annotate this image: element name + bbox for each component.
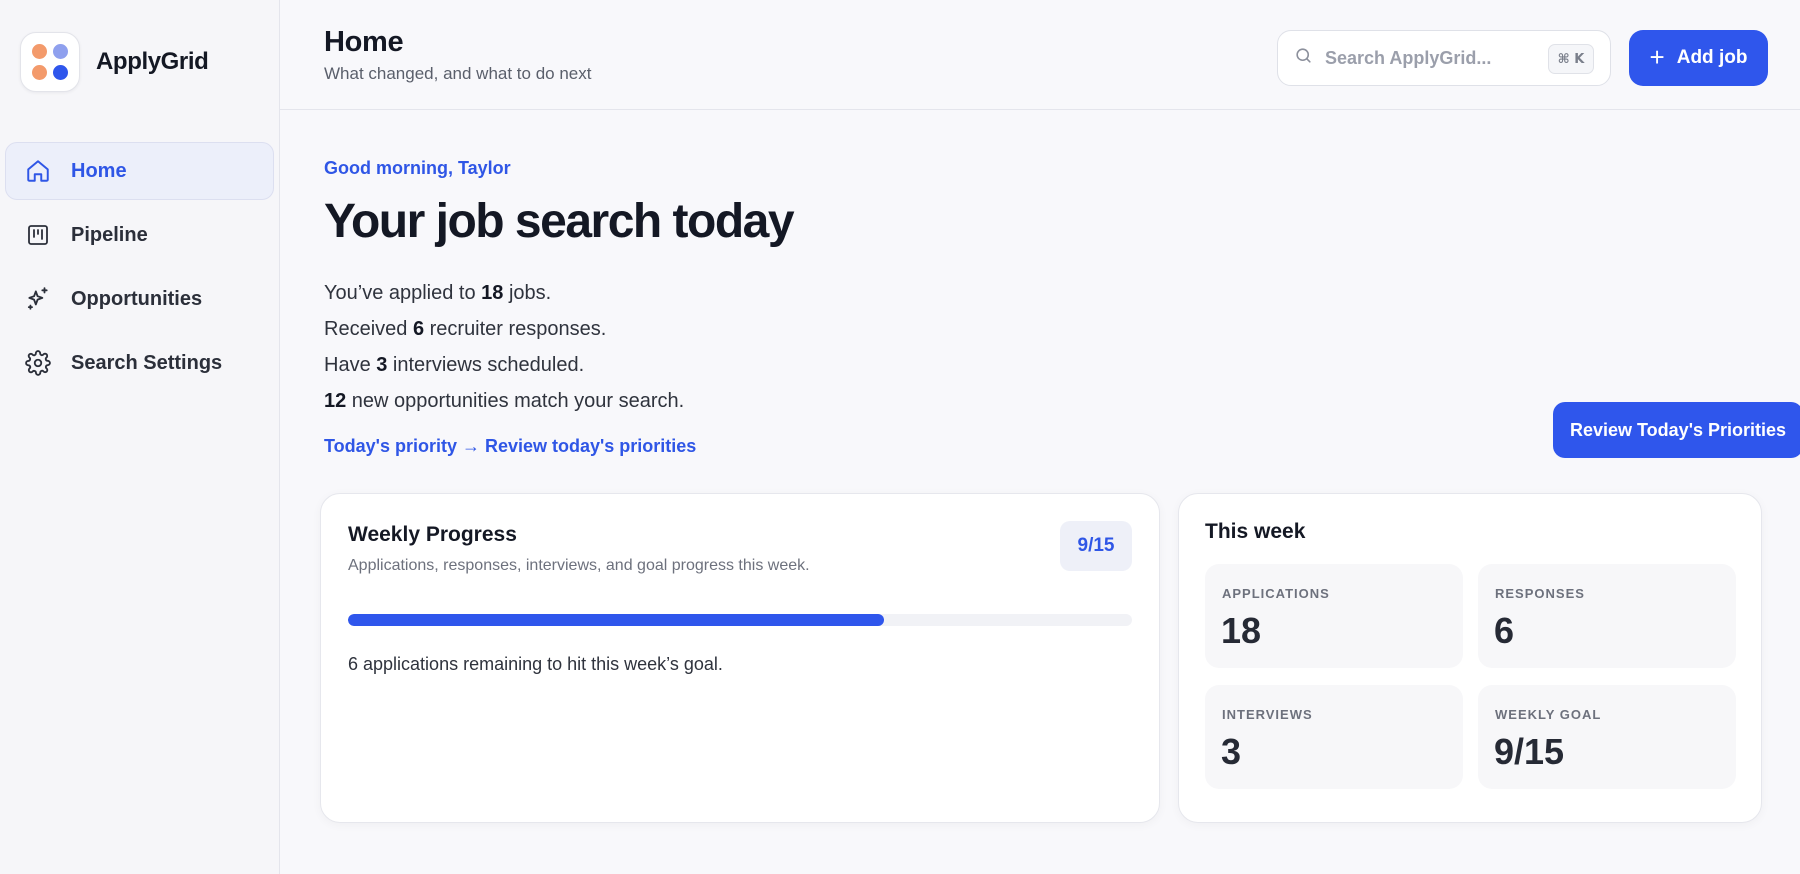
sparkles-icon (24, 285, 52, 313)
search-input[interactable]: Search ApplyGrid... ⌘ K (1277, 30, 1611, 86)
card-subtitle: Applications, responses, interviews, and… (348, 557, 810, 574)
search-icon (1294, 46, 1313, 70)
stat-value: 9/15 (1494, 731, 1565, 772)
summary-text: jobs. (503, 282, 552, 304)
search-shortcut-badge: ⌘ K (1548, 44, 1594, 74)
card-title: Weekly Progress (348, 523, 517, 546)
logo-dot (32, 65, 47, 80)
summary-text: Have (324, 354, 377, 376)
summary-line: Received 6 recruiter responses. (324, 311, 684, 347)
summary-count: 3 (376, 354, 388, 376)
sidebar-item-pipeline[interactable]: Pipeline (5, 206, 274, 264)
stat-value: 18 (1221, 610, 1262, 651)
sidebar-item-opportunities[interactable]: Opportunities (5, 270, 274, 328)
logo-dot (53, 65, 68, 80)
stat-responses: Responses 6 (1478, 564, 1736, 668)
stat-label: Interviews (1222, 707, 1313, 722)
stat-applications: Applications 18 (1205, 564, 1463, 668)
summary-count: 6 (412, 318, 425, 340)
stat-value: 3 (1221, 731, 1242, 772)
brand[interactable]: ApplyGrid (0, 0, 279, 124)
progress-badge: 9/15 (1060, 521, 1132, 571)
progress-bar-fill (348, 614, 884, 626)
summary-text: new opportunities match your search. (346, 390, 685, 412)
sidebar-item-label: Pipeline (71, 223, 148, 246)
summary-count: 12 (324, 390, 347, 412)
stat-label: Weekly goal (1495, 707, 1602, 722)
topbar: Home What changed, and what to do next S… (280, 0, 1800, 110)
kanban-icon (24, 221, 52, 249)
stat-label: Applications (1222, 586, 1330, 601)
summary-text: You’ve applied to (324, 282, 482, 304)
app-logo-icon (20, 32, 80, 92)
summary-text: recruiter responses. (424, 318, 607, 340)
sidebar-item-label: Opportunities (71, 287, 203, 310)
plus-icon: + (1649, 42, 1665, 72)
summary-line: You’ve applied to 18 jobs. (324, 275, 684, 311)
sidebar-nav: Home Pipeline Opportunities Search Setti… (0, 124, 279, 392)
main-area: Home What changed, and what to do next S… (280, 0, 1800, 874)
logo-dot (32, 44, 47, 59)
gear-icon (24, 349, 52, 377)
page-title: Home (324, 26, 404, 58)
hero-title: Your job search today (324, 195, 795, 248)
sidebar: ApplyGrid Home Pipeline Opportunities Se… (0, 0, 280, 874)
review-priorities-button[interactable]: Review Today's Priorities (1553, 402, 1800, 458)
summary-text: Received (324, 318, 413, 340)
summary-line: Have 3 interviews scheduled. (324, 347, 684, 383)
progress-note: 6 applications remaining to hit this wee… (348, 654, 723, 675)
sidebar-item-search-settings[interactable]: Search Settings (5, 334, 274, 392)
todays-priority-link[interactable]: Today's priority → Review today's priori… (324, 436, 696, 457)
progress-bar (348, 614, 1132, 626)
summary-count: 18 (481, 282, 504, 304)
stat-label: Responses (1495, 586, 1585, 601)
logo-dot (53, 44, 68, 59)
summary-text: interviews scheduled. (387, 354, 585, 376)
greeting: Good morning, Taylor (324, 158, 511, 178)
remaining-count: 6 (348, 654, 359, 674)
remaining-text: applications remaining to hit this week’… (358, 654, 723, 674)
brand-name: ApplyGrid (96, 48, 209, 75)
summary-line: 12 new opportunities match your search. (324, 383, 684, 419)
search-placeholder: Search ApplyGrid... (1325, 47, 1492, 68)
this-week-card: This week Applications 18 Responses 6 In… (1178, 493, 1762, 823)
add-job-label: Add job (1676, 47, 1748, 68)
add-job-button[interactable]: + Add job (1629, 30, 1768, 86)
sidebar-item-label: Search Settings (71, 351, 223, 374)
summary-list: You’ve applied to 18 jobs. Received 6 re… (324, 275, 684, 419)
sidebar-item-home[interactable]: Home (5, 142, 274, 200)
stat-value: 6 (1494, 610, 1515, 651)
page-subtitle: What changed, and what to do next (324, 64, 592, 83)
stat-weekly-goal: Weekly goal 9/15 (1478, 685, 1736, 789)
stat-interviews: Interviews 3 (1205, 685, 1463, 789)
card-title: This week (1205, 520, 1306, 543)
app-shell: ApplyGrid Home Pipeline Opportunities Se… (0, 0, 1800, 874)
weekly-progress-card: Weekly Progress Applications, responses,… (320, 493, 1160, 823)
sidebar-item-label: Home (71, 159, 127, 182)
home-icon (24, 157, 52, 185)
